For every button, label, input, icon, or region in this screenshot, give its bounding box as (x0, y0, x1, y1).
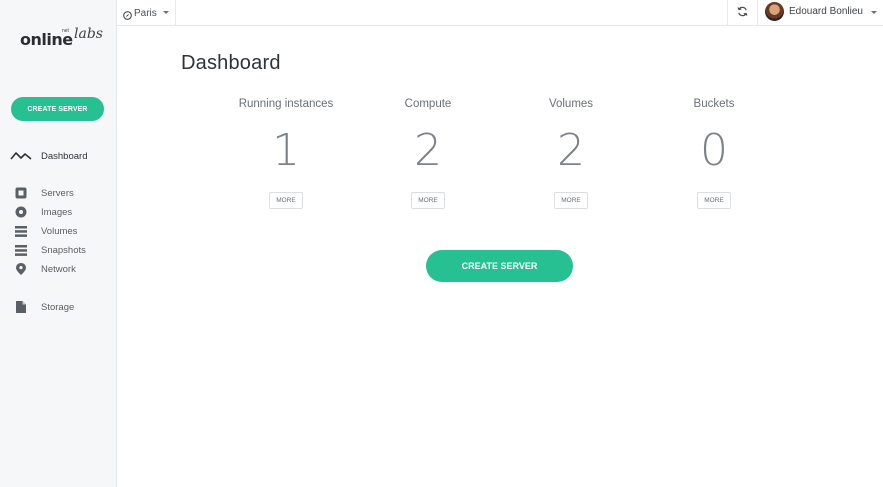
sidebar-item-network[interactable]: Network (0, 260, 116, 278)
region-label: Paris (134, 7, 157, 19)
user-menu[interactable]: Edouard Bonlieu (758, 0, 883, 26)
more-button[interactable]: MORE (269, 192, 303, 209)
sidebar-item-label: Images (41, 206, 73, 218)
activity-icon (10, 150, 32, 162)
server-icon (15, 187, 27, 199)
sidebar-item-label: Servers (41, 187, 74, 199)
sidebar-item-images[interactable]: Images (0, 203, 116, 221)
sidebar-item-storage[interactable]: Storage (0, 298, 116, 316)
sidebar: online net labs CREATE SERVER Dashboard … (0, 0, 117, 487)
create-server-button[interactable]: CREATE SERVER (426, 250, 573, 282)
stack-icon (15, 244, 27, 256)
top-bar: Paris Edouard Bonlieu (117, 0, 883, 26)
stat-compute: Compute 2 MORE (363, 98, 493, 209)
brand-logo[interactable]: online net labs (20, 26, 103, 52)
sidebar-item-snapshots[interactable]: Snapshots (0, 241, 116, 259)
sidebar-item-label: Storage (41, 301, 75, 313)
page-title: Dashboard (181, 52, 281, 74)
compass-icon (123, 7, 132, 20)
sidebar-item-dashboard[interactable]: Dashboard (0, 147, 116, 165)
avatar (765, 2, 784, 21)
stat-value: 2 (414, 125, 442, 176)
stat-label: Compute (404, 98, 452, 110)
more-button[interactable]: MORE (411, 192, 445, 209)
stat-label: Volumes (548, 98, 594, 110)
stat-buckets: Buckets 0 MORE (649, 98, 779, 209)
stat-label: Running instances (238, 98, 334, 110)
brand-suffix: labs (74, 26, 103, 42)
file-icon (15, 301, 27, 313)
disc-icon (15, 206, 27, 218)
sidebar-item-servers[interactable]: Servers (0, 184, 116, 202)
user-name: Edouard Bonlieu (789, 6, 863, 17)
stack-icon (15, 225, 27, 237)
sidebar-item-label: Dashboard (41, 150, 88, 162)
refresh-icon (737, 4, 748, 22)
refresh-button[interactable] (727, 0, 758, 26)
more-button[interactable]: MORE (697, 192, 731, 209)
sidebar-create-server-button[interactable]: CREATE SERVER (11, 97, 104, 121)
stat-volumes: Volumes 2 MORE (506, 98, 636, 209)
stat-value: 1 (272, 125, 300, 176)
sidebar-item-label: Snapshots (41, 244, 86, 256)
sidebar-item-label: Network (41, 263, 76, 275)
stat-value: 2 (557, 125, 585, 176)
stat-value: 0 (700, 125, 728, 176)
sidebar-item-volumes[interactable]: Volumes (0, 222, 116, 240)
stat-label: Buckets (693, 98, 735, 110)
sidebar-item-label: Volumes (41, 225, 78, 237)
chevron-down-icon (163, 11, 169, 14)
brand-net: net (62, 28, 69, 34)
region-selector[interactable]: Paris (117, 0, 176, 26)
chevron-down-icon (871, 11, 877, 14)
stat-running-instances: Running instances 1 MORE (221, 98, 351, 209)
location-pin-icon (15, 263, 27, 275)
more-button[interactable]: MORE (554, 192, 588, 209)
